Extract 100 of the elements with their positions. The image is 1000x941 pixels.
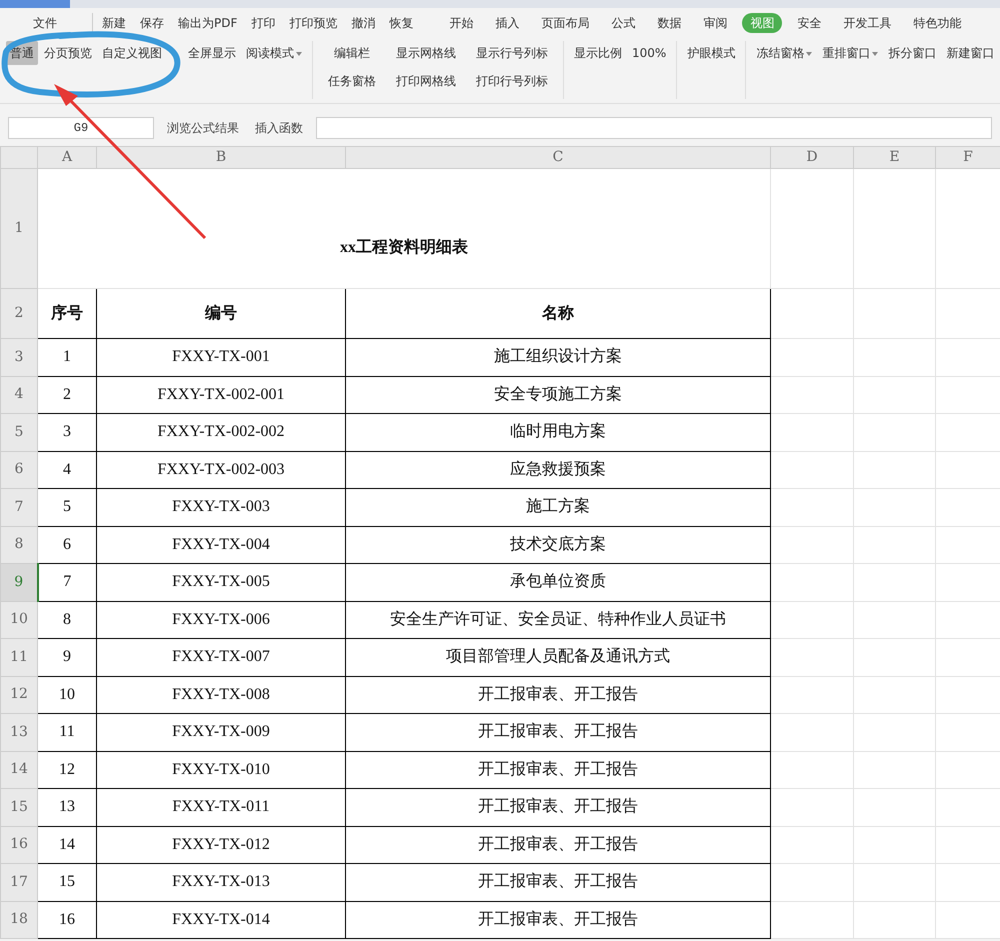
quick-action-button[interactable]: 打印	[244, 14, 282, 32]
ribbon-tab[interactable]: 开始	[442, 13, 480, 33]
table-cell: 6	[38, 526, 96, 564]
column-header[interactable]: C	[346, 146, 770, 168]
row-header[interactable]: 6	[0, 451, 38, 488]
table-cell: 3	[38, 414, 96, 451]
table-cell: FXXY-TX-002-003	[96, 451, 346, 488]
cell-reference: G9	[74, 120, 88, 137]
table-cell: 8	[38, 601, 96, 638]
table-cell: FXXY-TX-004	[96, 526, 346, 564]
table-cell: 5	[38, 488, 96, 526]
table-cell: FXXY-TX-011	[96, 788, 346, 826]
table-cell: 7	[38, 564, 96, 601]
table-cell: 10	[38, 676, 96, 714]
quick-action-button[interactable]: 输出为PDF	[171, 14, 244, 32]
ribbon-tab[interactable]: 开发工具	[836, 13, 898, 33]
row-header[interactable]: 8	[0, 526, 38, 564]
view-option-button[interactable]: 显示行号列标	[472, 41, 552, 65]
quick-action-button[interactable]: 恢复	[382, 14, 420, 32]
quick-action-button[interactable]: 新建	[95, 14, 133, 32]
row-header[interactable]: 7	[0, 488, 38, 526]
file-menu[interactable]: 文件	[0, 14, 90, 32]
table-cell: 9	[38, 638, 96, 676]
view-option-button[interactable]: 打印行号列标	[472, 69, 552, 93]
table-cell: FXXY-TX-009	[96, 714, 346, 751]
eye-mode-button[interactable]: 护眼模式	[683, 41, 740, 65]
formula-input[interactable]	[316, 117, 992, 139]
table-cell: FXXY-TX-012	[96, 826, 346, 864]
ribbon-tab[interactable]: 审阅	[696, 13, 734, 33]
row-header[interactable]: 12	[0, 676, 38, 714]
table-cell: 开工报审表、开工报告	[346, 826, 770, 864]
window-button[interactable]: 重排窗口	[818, 41, 882, 65]
table-cell: 安全生产许可证、安全员证、特种作业人员证书	[346, 601, 770, 638]
column-header[interactable]: E	[854, 146, 936, 168]
view-option-button[interactable]: 任务窗格	[324, 69, 380, 93]
view-option-button[interactable]: 打印网格线	[392, 69, 460, 93]
name-box[interactable]: G9	[8, 117, 154, 139]
row-header[interactable]: 18	[0, 901, 38, 938]
row-header[interactable]: 17	[0, 864, 38, 901]
table-cell: FXXY-TX-002-002	[96, 414, 346, 451]
row-header[interactable]: 1	[0, 168, 38, 288]
row-header[interactable]: 13	[0, 714, 38, 751]
view-mode-button[interactable]: 自定义视图	[98, 41, 166, 65]
row-header[interactable]: 16	[0, 826, 38, 864]
ribbon-tab[interactable]: 安全	[790, 13, 828, 33]
table-cell: 15	[38, 864, 96, 901]
table-cell: 项目部管理人员配备及通讯方式	[346, 638, 770, 676]
window-button[interactable]: 冻结窗格	[752, 41, 816, 65]
row-header[interactable]: 15	[0, 788, 38, 826]
formula-button[interactable]: 插入函数	[252, 119, 306, 137]
quick-action-button[interactable]: 打印预览	[282, 14, 344, 32]
ribbon-tab[interactable]: 数据	[650, 13, 688, 33]
view-mode-button[interactable]: 阅读模式	[242, 41, 306, 65]
zoom-value[interactable]: 100%	[628, 41, 670, 65]
table-cell: 开工报审表、开工报告	[346, 901, 770, 938]
active-tab-strip	[0, 0, 70, 8]
column-header[interactable]: A	[38, 146, 96, 168]
table-cell: FXXY-TX-005	[96, 564, 346, 601]
select-all-corner[interactable]	[0, 146, 38, 168]
table-cell: 施工组织设计方案	[346, 338, 770, 376]
table-cell: 开工报审表、开工报告	[346, 676, 770, 714]
zoom-button[interactable]: 显示比例	[570, 41, 626, 65]
row-header[interactable]: 5	[0, 414, 38, 451]
table-cell: 安全专项施工方案	[346, 376, 770, 414]
window-button[interactable]: 拆分窗口	[884, 41, 940, 65]
table-cell: FXXY-TX-010	[96, 751, 346, 788]
view-option-button[interactable]: 显示网格线	[392, 41, 460, 65]
table-cell: 开工报审表、开工报告	[346, 714, 770, 751]
table-cell: FXXY-TX-002-001	[96, 376, 346, 414]
row-header[interactable]: 14	[0, 751, 38, 788]
row-header[interactable]: 9	[0, 564, 38, 601]
row-header[interactable]: 3	[0, 338, 38, 376]
table-cell: 临时用电方案	[346, 414, 770, 451]
column-heading: 序号	[38, 288, 96, 338]
row-header[interactable]: 10	[0, 601, 38, 638]
ribbon-tab[interactable]: 页面布局	[534, 13, 596, 33]
ribbon-tab[interactable]: 公式	[604, 13, 642, 33]
table-cell: 开工报审表、开工报告	[346, 788, 770, 826]
quick-action-button[interactable]: 保存	[133, 14, 171, 32]
table-cell: 16	[38, 901, 96, 938]
table-cell: 技术交底方案	[346, 526, 770, 564]
ribbon-tab[interactable]: 特色功能	[906, 13, 968, 33]
table-cell: 承包单位资质	[346, 564, 770, 601]
row-header[interactable]: 11	[0, 638, 38, 676]
quick-action-button[interactable]: 撤消	[344, 14, 382, 32]
table-cell: 应急救援预案	[346, 451, 770, 488]
table-cell: FXXY-TX-006	[96, 601, 346, 638]
column-header[interactable]: D	[770, 146, 854, 168]
window-button[interactable]: 新建窗口	[942, 41, 998, 65]
column-header[interactable]: B	[96, 146, 346, 168]
view-option-button[interactable]: 编辑栏	[324, 41, 380, 65]
ribbon-tab[interactable]: 插入	[488, 13, 526, 33]
table-cell: FXXY-TX-014	[96, 901, 346, 938]
table-cell: FXXY-TX-001	[96, 338, 346, 376]
view-mode-button[interactable]: 全屏显示	[184, 41, 240, 65]
row-header[interactable]: 4	[0, 376, 38, 414]
column-header[interactable]: F	[936, 146, 1000, 168]
view-mode-button[interactable]: 分页预览	[40, 41, 96, 65]
formula-button[interactable]: 浏览公式结果	[164, 119, 242, 137]
row-header[interactable]: 2	[0, 288, 38, 338]
